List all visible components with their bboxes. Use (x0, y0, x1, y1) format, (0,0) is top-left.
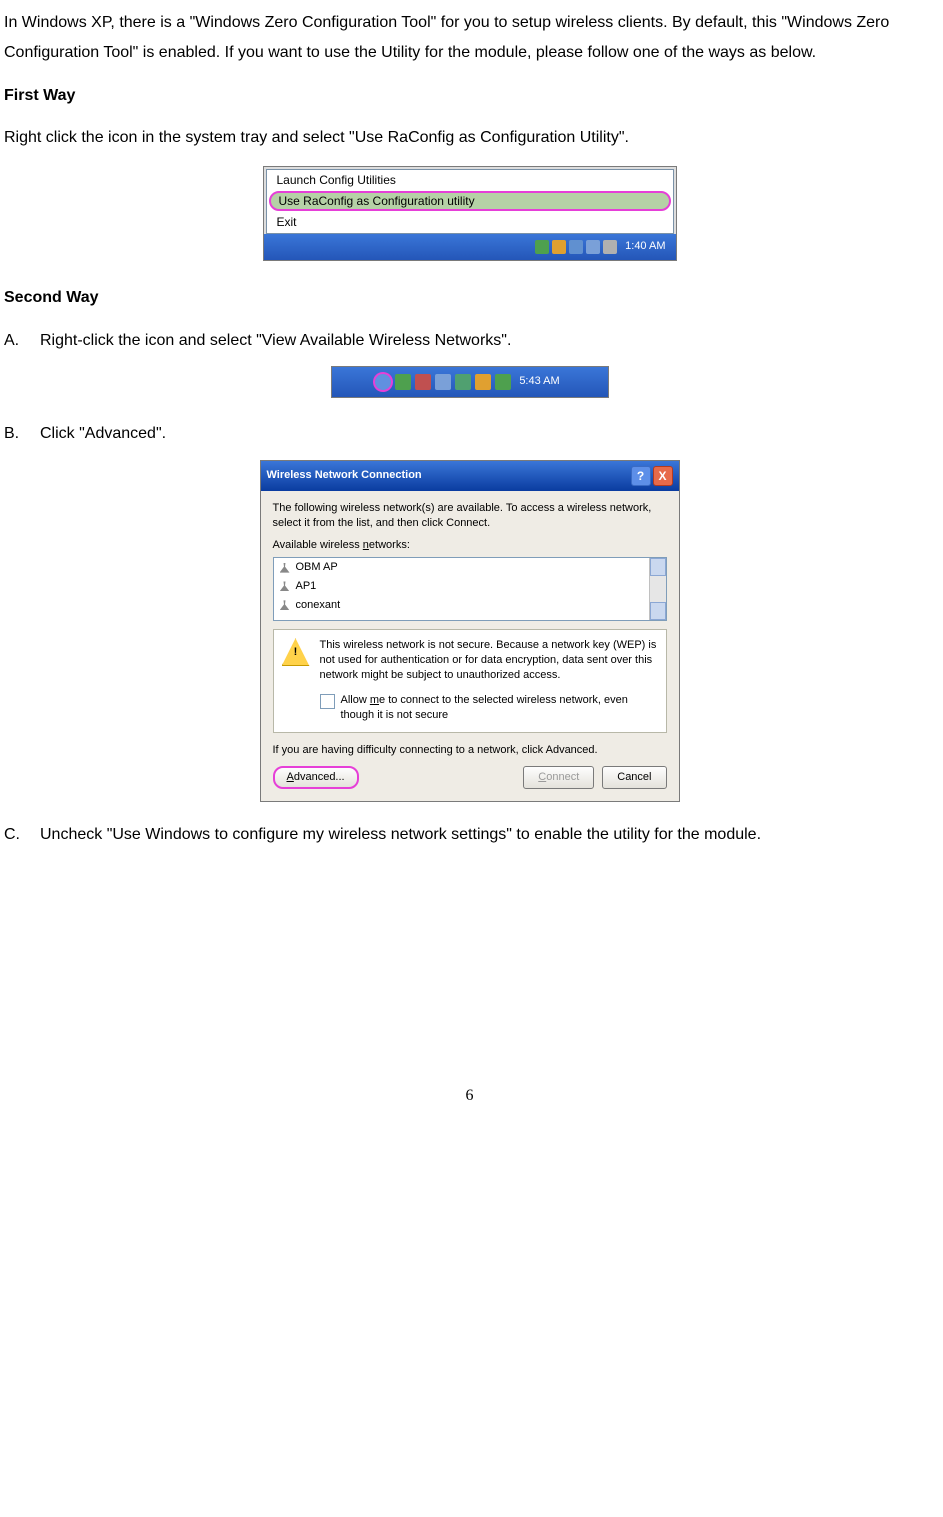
first-way-heading: First Way (4, 81, 935, 111)
connect-button[interactable]: Connect (523, 766, 594, 789)
step-a-text: Right-click the icon and select "View Av… (40, 326, 935, 356)
close-button[interactable]: X (653, 466, 673, 486)
tray-icons (535, 240, 617, 254)
tray-icon[interactable] (535, 240, 549, 254)
menu-item-exit[interactable]: Exit (267, 212, 673, 232)
warning-text: This wireless network is not secure. Bec… (320, 638, 658, 683)
tray-icon[interactable] (495, 374, 511, 390)
tray-icon[interactable] (395, 374, 411, 390)
page-number: 6 (4, 1081, 935, 1111)
cancel-button[interactable]: Cancel (602, 766, 666, 789)
step-a: A. Right-click the icon and select "View… (4, 326, 935, 356)
allow-checkbox[interactable] (320, 694, 335, 709)
warning-icon: ! (282, 638, 310, 666)
trouble-text: If you are having difficulty connecting … (273, 743, 667, 758)
network-row[interactable]: AP1 (274, 577, 666, 596)
scrollbar[interactable] (649, 558, 666, 620)
network-listbox[interactable]: OBM AP AP1 conexant (273, 557, 667, 621)
dialog-title: Wireless Network Connection (267, 468, 422, 483)
step-b-text: Click "Advanced". (40, 419, 935, 449)
context-menu: Launch Config Utilities Use RaConfig as … (266, 169, 674, 234)
bullet-c: C. (4, 820, 22, 850)
intro-paragraph: In Windows XP, there is a "Windows Zero … (4, 8, 935, 69)
warning-box: ! This wireless network is not secure. B… (273, 629, 667, 733)
bullet-a: A. (4, 326, 22, 356)
tray-icon[interactable] (586, 240, 600, 254)
help-button[interactable]: ? (631, 466, 651, 486)
step-c: C. Uncheck "Use Windows to configure my … (4, 820, 935, 850)
taskbar-clock-2: 5:43 AM (515, 376, 563, 387)
taskbar: 1:40 AM (264, 234, 676, 260)
antenna-icon (280, 600, 290, 610)
bullet-b: B. (4, 419, 22, 449)
antenna-icon (280, 563, 290, 573)
figure-1-wrap: Launch Config Utilities Use RaConfig as … (4, 166, 935, 266)
network-row[interactable]: OBM AP (274, 558, 666, 577)
tray-icon[interactable] (475, 374, 491, 390)
menu-item-raconfig[interactable]: Use RaConfig as Configuration utility (269, 191, 671, 211)
taskbar-clock: 1:40 AM (621, 240, 669, 253)
antenna-icon (280, 581, 290, 591)
wireless-dialog: Wireless Network Connection ? X The foll… (260, 460, 680, 802)
second-way-heading: Second Way (4, 283, 935, 313)
step-c-text: Uncheck "Use Windows to configure my wir… (40, 820, 935, 850)
advanced-button[interactable]: Advanced... (273, 766, 359, 789)
scroll-up[interactable] (650, 558, 666, 576)
figure-2: 5:43 AM (331, 366, 609, 398)
tray-icon-wireless[interactable] (375, 374, 391, 390)
tray-icon[interactable] (552, 240, 566, 254)
tray-icon[interactable] (415, 374, 431, 390)
network-row[interactable]: conexant (274, 596, 666, 615)
list-label: Available wireless networks: (273, 538, 667, 553)
tray-icon[interactable] (603, 240, 617, 254)
tray-icon[interactable] (435, 374, 451, 390)
allow-label: Allow me to connect to the selected wire… (341, 693, 658, 723)
first-way-text: Right click the icon in the system tray … (4, 123, 935, 153)
tray-icon[interactable] (569, 240, 583, 254)
titlebar: Wireless Network Connection ? X (261, 461, 679, 491)
button-row: Advanced... Connect Cancel (273, 766, 667, 789)
tray-icon[interactable] (455, 374, 471, 390)
figure-1: Launch Config Utilities Use RaConfig as … (263, 166, 677, 261)
allow-checkbox-row[interactable]: Allow me to connect to the selected wire… (320, 693, 658, 723)
figure-3-wrap: Wireless Network Connection ? X The foll… (4, 460, 935, 802)
scroll-down[interactable] (650, 602, 666, 620)
menu-item-launch[interactable]: Launch Config Utilities (267, 170, 673, 190)
dialog-line1: The following wireless network(s) are av… (273, 501, 667, 531)
step-b: B. Click "Advanced". (4, 419, 935, 449)
figure-2-wrap: 5:43 AM (4, 366, 935, 401)
